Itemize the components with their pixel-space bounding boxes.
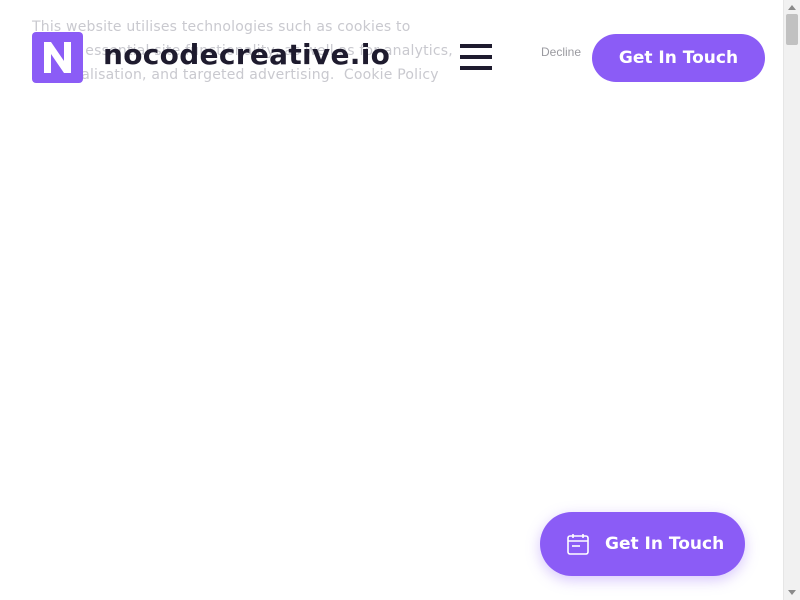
hamburger-icon[interactable] <box>460 44 492 72</box>
logo-icon[interactable] <box>32 32 83 83</box>
floating-get-in-touch-button[interactable]: Get In Touch <box>540 512 745 576</box>
scrollbar[interactable] <box>783 0 800 600</box>
get-in-touch-button[interactable]: Get In Touch <box>592 34 765 82</box>
calendar-icon <box>566 532 590 556</box>
scroll-thumb[interactable] <box>786 14 798 45</box>
brand-name[interactable]: nocodecreative.io <box>103 38 390 71</box>
scroll-down-arrow-icon[interactable] <box>788 590 796 595</box>
decline-button[interactable]: Decline <box>541 45 581 59</box>
scroll-up-arrow-icon[interactable] <box>788 5 796 10</box>
floating-cta-label: Get In Touch <box>605 534 725 554</box>
